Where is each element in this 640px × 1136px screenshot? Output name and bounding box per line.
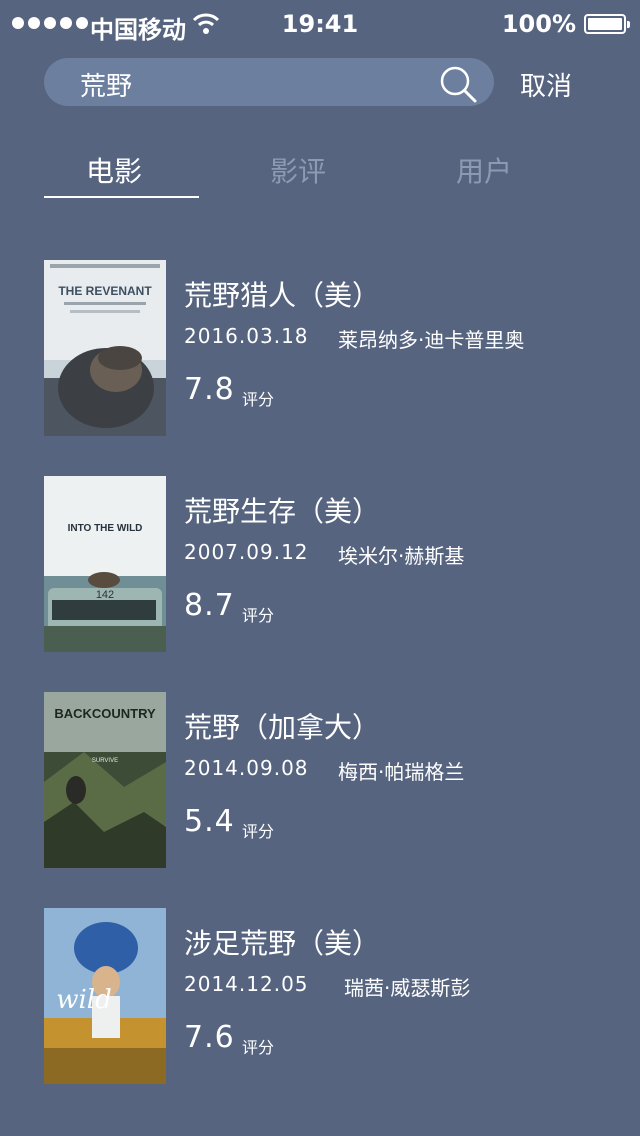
movie-score: 7.8 bbox=[184, 372, 235, 407]
movie-score: 5.4 bbox=[184, 804, 235, 839]
poster-title: BACKCOUNTRY bbox=[54, 706, 156, 721]
release-date: 2014.09.08 bbox=[184, 756, 309, 780]
battery-icon bbox=[584, 14, 630, 34]
movie-score: 7.6 bbox=[184, 1020, 235, 1055]
search-query[interactable]: 荒野 bbox=[80, 66, 132, 103]
poster-tagline: SURVIVE bbox=[92, 758, 118, 764]
movie-poster: INTO THE WILD 142 bbox=[44, 476, 166, 652]
release-date: 2016.03.18 bbox=[184, 324, 309, 348]
movie-cast: 瑞茜·威瑟斯彭 bbox=[344, 976, 471, 1000]
movie-cast: 莱昂纳多·迪卡普里奥 bbox=[338, 328, 525, 352]
search-icon[interactable] bbox=[438, 64, 478, 104]
movie-list-item[interactable]: THE REVENANT 荒野猎人（美） 2016.03.18 莱昂纳多·迪卡普… bbox=[44, 260, 604, 436]
movie-title: 荒野（加拿大） bbox=[184, 711, 381, 744]
score-label: 评分 bbox=[242, 1038, 275, 1057]
poster-title: wild bbox=[56, 985, 112, 1015]
poster-title: THE REVENANT bbox=[58, 284, 152, 298]
score-label: 评分 bbox=[242, 822, 275, 841]
movie-title: 涉足荒野（美） bbox=[184, 927, 381, 960]
movie-title: 荒野猎人（美） bbox=[184, 279, 381, 312]
movie-poster: BACKCOUNTRY SURVIVE bbox=[44, 692, 166, 868]
score-label: 评分 bbox=[242, 606, 275, 625]
movie-title: 荒野生存（美） bbox=[184, 495, 381, 528]
movie-poster: wild bbox=[44, 908, 166, 1084]
poster-bus-number: 142 bbox=[96, 589, 114, 601]
status-bar: 中国移动 19:41 100% bbox=[0, 0, 640, 50]
tab-movies[interactable]: 电影 bbox=[86, 150, 142, 190]
cancel-button[interactable]: 取消 bbox=[520, 66, 572, 103]
movie-score: 8.7 bbox=[184, 588, 235, 623]
poster-title: INTO THE WILD bbox=[68, 523, 143, 534]
movie-cast: 埃米尔·赫斯基 bbox=[338, 544, 465, 568]
active-tab-indicator bbox=[44, 196, 199, 198]
movie-poster: THE REVENANT bbox=[44, 260, 166, 436]
tab-reviews[interactable]: 影评 bbox=[270, 150, 326, 190]
movie-list-item[interactable]: INTO THE WILD 142 荒野生存（美） 2007.09.12 埃米尔… bbox=[44, 476, 604, 652]
movie-list-item[interactable]: BACKCOUNTRY SURVIVE 荒野（加拿大） 2014.09.08 梅… bbox=[44, 692, 604, 868]
score-label: 评分 bbox=[242, 390, 275, 409]
release-date: 2007.09.12 bbox=[184, 540, 309, 564]
tab-users[interactable]: 用户 bbox=[456, 150, 512, 190]
movie-list-item[interactable]: wild 涉足荒野（美） 2014.12.05 瑞茜·威瑟斯彭 7.6 评分 bbox=[44, 908, 604, 1084]
battery-percentage: 100% bbox=[501, 10, 576, 38]
movie-cast: 梅西·帕瑞格兰 bbox=[338, 760, 465, 784]
search-input[interactable]: 荒野 bbox=[44, 58, 494, 106]
release-date: 2014.12.05 bbox=[184, 972, 309, 996]
